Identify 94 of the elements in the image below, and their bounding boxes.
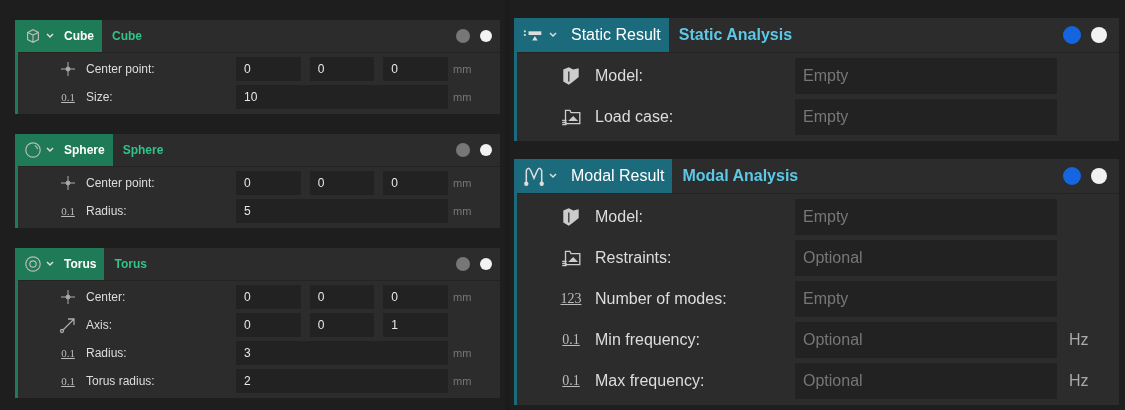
node-title-tab[interactable]: Modal Result [517,159,673,193]
node-name: Cube [112,29,142,43]
unit-label: mm [453,205,472,217]
input-field[interactable]: 2 [236,369,448,393]
status-dot [480,30,492,42]
node-title: Modal Result [571,167,665,185]
param-label: Center point: [86,176,155,190]
chevron-icon[interactable] [45,31,55,41]
node-name: Torus [114,257,147,271]
help-icon[interactable] [1063,167,1081,185]
number-icon: 0.1 [61,375,75,387]
torus-icon [24,255,42,273]
node-title: Sphere [64,143,105,157]
node-title: Cube [64,29,94,43]
point-icon [60,61,76,77]
input-field[interactable]: Empty [795,99,1057,135]
input-field[interactable]: 0 [236,285,301,309]
param-label: Center: [86,290,126,304]
param-label: Load case: [595,108,674,125]
help-icon[interactable] [456,143,470,157]
sphere-icon [24,141,42,159]
param-label: Max frequency: [595,372,705,389]
point-icon [60,175,76,191]
param-label: Size: [86,90,113,104]
chevron-icon[interactable] [548,171,558,181]
node-title-tab[interactable]: Cube [18,20,102,52]
param-label: Model: [595,208,644,225]
help-icon[interactable] [456,257,470,271]
input-field[interactable]: Empty [795,281,1057,317]
input-field[interactable]: Optional [795,240,1057,276]
unit-label: mm [453,347,472,359]
help-icon[interactable] [456,29,470,43]
number-icon: 0.1 [61,205,75,217]
input-field[interactable]: 0 [236,171,301,195]
node-title: Static Result [571,26,661,44]
param-label: Axis: [86,318,112,332]
node-title-tab[interactable]: Sphere [18,134,113,166]
chevron-icon[interactable] [548,30,558,40]
status-dot [1091,27,1107,43]
unit-label: mm [453,177,472,189]
shield-icon [560,206,582,228]
unit-label: mm [453,91,472,103]
node-title-tab[interactable]: Static Result [517,18,669,52]
input-field[interactable]: Optional [795,363,1057,399]
node-title-tab[interactable]: Torus [18,248,105,280]
param-label: Radius: [86,346,127,360]
input-field[interactable]: 10 [236,85,448,109]
status-dot [480,144,492,156]
input-field[interactable]: 0 [383,171,448,195]
unit-label: mm [453,291,472,303]
help-icon[interactable] [1063,26,1081,44]
number-icon: 123 [560,291,582,307]
shield-icon [560,65,582,87]
input-field[interactable]: 0 [383,285,448,309]
input-field[interactable]: 0 [236,57,301,81]
unit-label: mm [453,375,472,387]
param-label: Number of modes: [595,290,727,307]
input-field[interactable]: 0 [309,57,375,81]
unit-label: Hz [1069,372,1089,390]
chevron-icon[interactable] [45,259,55,269]
node-title: Torus [64,257,97,271]
unit-label: Hz [1069,331,1089,349]
chevron-icon[interactable] [45,145,55,155]
input-field[interactable]: 1 [383,313,448,337]
param-label: Center point: [86,62,155,76]
arrow-icon [59,316,77,334]
param-label: Min frequency: [595,331,700,348]
number-icon: 0.1 [562,373,580,389]
input-field[interactable]: 5 [236,199,448,223]
input-field[interactable]: Empty [795,199,1057,235]
number-icon: 0.1 [562,332,580,348]
mode-shape-icon [523,165,545,187]
node-name: Modal Analysis [682,167,799,184]
param-label: Restraints: [595,249,672,266]
input-field[interactable]: 0 [236,313,301,337]
input-field[interactable]: 0 [309,313,375,337]
number-icon: 0.1 [61,347,75,359]
unit-label: mm [453,63,472,75]
input-field[interactable]: Optional [795,322,1057,358]
cube-icon [24,27,42,45]
param-label: Torus radius: [86,374,155,388]
input-field[interactable]: 0 [309,171,375,195]
number-icon: 0.1 [61,91,75,103]
param-label: Radius: [86,204,127,218]
status-dot [480,258,492,270]
point-icon [60,289,76,305]
status-dot [1091,168,1107,184]
param-label: Model: [595,67,644,84]
input-field[interactable]: Empty [795,58,1057,94]
node-name: Sphere [122,143,164,157]
input-field[interactable]: 0 [309,285,375,309]
node-name: Static Analysis [678,26,793,43]
input-field[interactable]: 0 [383,57,448,81]
input-field[interactable]: 3 [236,341,448,365]
